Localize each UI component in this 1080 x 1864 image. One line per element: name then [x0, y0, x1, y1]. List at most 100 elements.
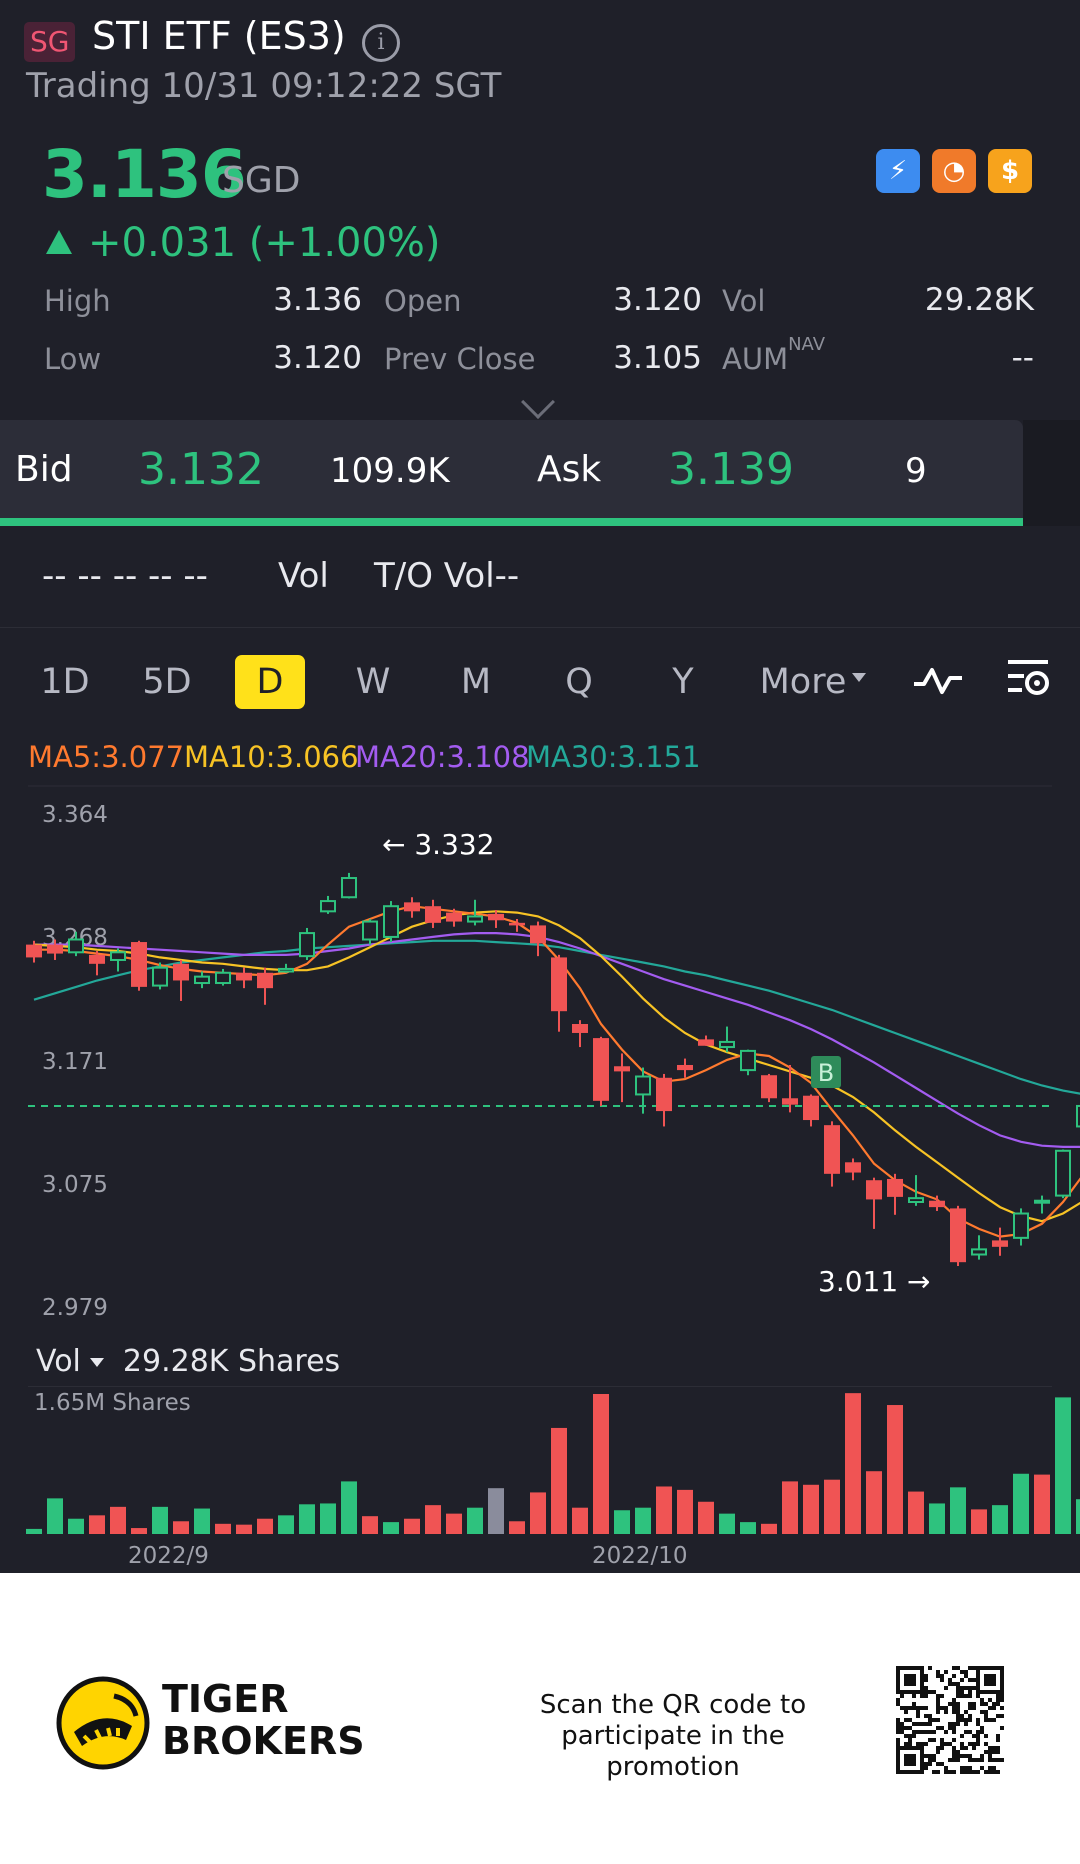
- qr-module: [952, 1746, 956, 1750]
- volume-bar: [362, 1516, 378, 1534]
- qr-module: [924, 1762, 928, 1766]
- qr-module: [944, 1710, 948, 1714]
- qr-module: [984, 1770, 988, 1774]
- qr-module: [928, 1666, 932, 1670]
- volume-bar: [593, 1394, 609, 1534]
- volume-title[interactable]: Vol 29.28K Shares: [36, 1344, 340, 1379]
- qr-module: [936, 1706, 940, 1710]
- qr-module: [896, 1730, 900, 1734]
- qr-module: [988, 1678, 992, 1682]
- candlestick-chart[interactable]: 3.3643.2683.1713.0752.979← 3.3323.011 →B: [0, 780, 1080, 1320]
- volume-bar: [320, 1503, 336, 1534]
- qr-code[interactable]: [896, 1666, 1004, 1774]
- ask-price: 3.139: [668, 444, 794, 495]
- ask-size: 9: [905, 451, 927, 491]
- tab-y[interactable]: Y: [648, 655, 718, 709]
- candle-body: [404, 902, 420, 912]
- qr-module: [948, 1742, 952, 1746]
- tab-d[interactable]: D: [235, 655, 305, 709]
- tab-q[interactable]: Q: [544, 655, 614, 709]
- qr-module: [904, 1682, 908, 1686]
- qr-module: [964, 1694, 968, 1698]
- tab-5d[interactable]: 5D: [132, 655, 202, 709]
- qr-module: [968, 1714, 972, 1718]
- qr-module: [920, 1694, 924, 1698]
- qr-module: [896, 1738, 900, 1742]
- volume-bar: [131, 1528, 147, 1534]
- qr-module: [928, 1754, 932, 1758]
- volume-bar: [173, 1521, 189, 1534]
- gauge-icon[interactable]: ◔: [932, 149, 976, 193]
- y-tick-label: 2.979: [42, 1295, 108, 1320]
- tab-more[interactable]: More: [758, 655, 848, 709]
- qr-module: [992, 1750, 996, 1754]
- qr-module: [904, 1690, 908, 1694]
- qr-module: [920, 1730, 924, 1734]
- qr-module: [944, 1686, 948, 1690]
- qr-module: [980, 1758, 984, 1762]
- prev-close-label: Prev Close: [384, 342, 536, 376]
- candle-body: [362, 920, 378, 941]
- qr-module: [988, 1758, 992, 1762]
- candle-body: [887, 1178, 903, 1197]
- info-icon[interactable]: i: [362, 24, 400, 62]
- candle-body: [593, 1038, 609, 1101]
- qr-module: [992, 1690, 996, 1694]
- qr-module: [996, 1758, 1000, 1762]
- qr-module: [968, 1766, 972, 1770]
- qr-module: [952, 1666, 956, 1670]
- qr-module: [984, 1714, 988, 1718]
- qr-module: [908, 1718, 912, 1722]
- qr-module: [1000, 1666, 1004, 1670]
- lightning-icon[interactable]: ⚡: [876, 149, 920, 193]
- qr-module: [952, 1730, 956, 1734]
- qr-module: [896, 1698, 900, 1702]
- candle-body: [740, 1049, 756, 1072]
- qr-module: [964, 1746, 968, 1750]
- qr-module: [912, 1694, 916, 1698]
- volume-bar: [404, 1518, 420, 1534]
- volume-bar: [257, 1518, 273, 1534]
- volume-bar: [215, 1523, 231, 1534]
- bid-label: Bid: [15, 449, 73, 490]
- y-tick-label: 3.171: [42, 1049, 108, 1075]
- candle-body: [656, 1077, 672, 1112]
- candle-body: [215, 971, 231, 985]
- qr-module: [988, 1682, 992, 1686]
- qr-module: [932, 1754, 936, 1758]
- indicator-wave-icon[interactable]: [912, 660, 964, 700]
- tab-w[interactable]: W: [338, 655, 408, 709]
- candle-body: [467, 915, 483, 923]
- qr-module: [948, 1678, 952, 1682]
- qr-module: [920, 1674, 924, 1678]
- tab-1d[interactable]: 1D: [30, 655, 100, 709]
- tab-m[interactable]: M: [441, 655, 511, 709]
- qr-module: [900, 1770, 904, 1774]
- ma30-legend: MA30:3.151: [526, 740, 701, 774]
- qr-module: [976, 1770, 980, 1774]
- dollar-icon[interactable]: $: [988, 149, 1032, 193]
- qr-module: [972, 1734, 976, 1738]
- qr-module: [948, 1722, 952, 1726]
- volume-chart[interactable]: [0, 1386, 1080, 1538]
- qr-module: [960, 1714, 964, 1718]
- price-change: +0.031 (+1.00%): [88, 220, 441, 266]
- qr-module: [984, 1678, 988, 1682]
- qr-module: [980, 1754, 984, 1758]
- qr-module: [936, 1750, 940, 1754]
- chart-settings-icon[interactable]: [1004, 656, 1052, 702]
- candle-body: [320, 900, 336, 913]
- qr-module: [904, 1726, 908, 1730]
- candle-body: [614, 1066, 630, 1072]
- qr-module: [952, 1754, 956, 1758]
- qr-module: [924, 1686, 928, 1690]
- volume-bar: [509, 1521, 525, 1534]
- qr-module: [1000, 1674, 1004, 1678]
- volume-bar: [68, 1518, 84, 1534]
- volume-bar: [656, 1486, 672, 1534]
- qr-module: [908, 1738, 912, 1742]
- qr-module: [896, 1762, 900, 1766]
- volume-bar: [572, 1507, 588, 1534]
- qr-module: [1000, 1706, 1004, 1710]
- qr-module: [924, 1722, 928, 1726]
